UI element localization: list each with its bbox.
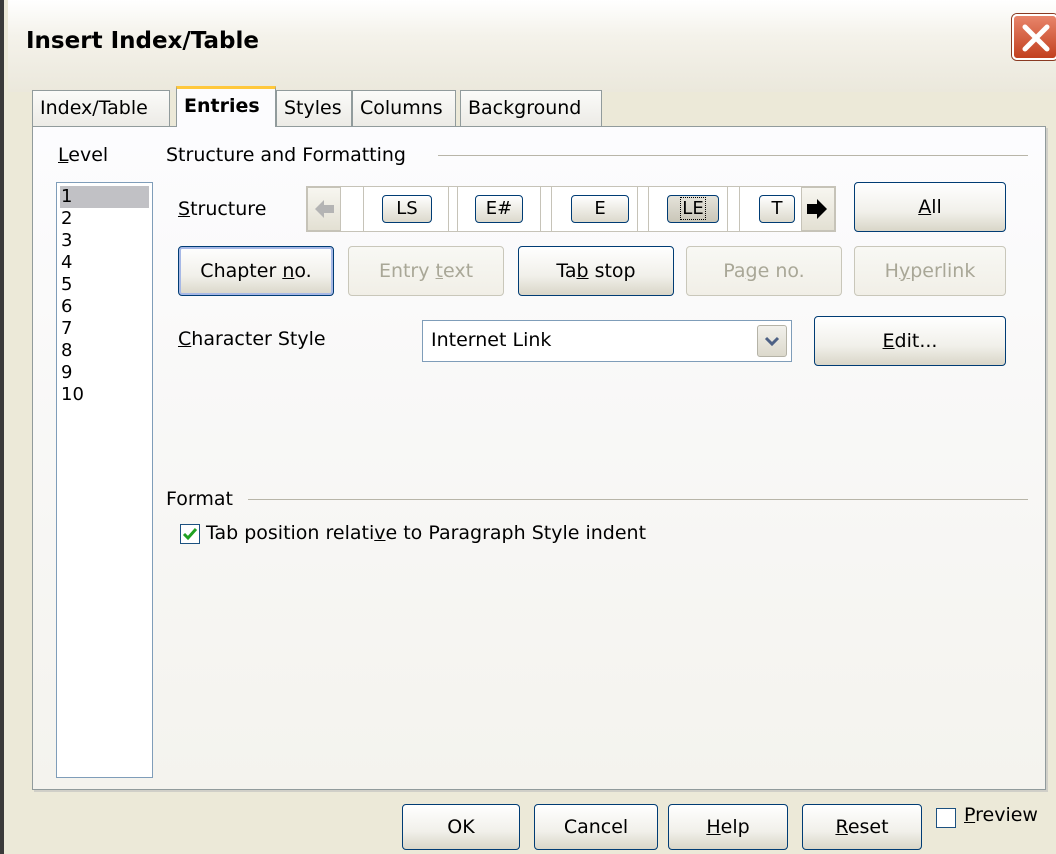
page-no-button[interactable]: Page no. [686, 246, 842, 296]
level-item[interactable]: 8 [57, 340, 152, 362]
preview-label: Preview [964, 804, 1038, 826]
token-separator [648, 187, 649, 231]
chapter-no-button[interactable]: Chapter no. [178, 246, 334, 296]
tab-columns[interactable]: Columns [352, 90, 456, 126]
left-arrow-icon [315, 200, 334, 218]
reset-button[interactable]: Reset [802, 804, 922, 850]
level-list[interactable]: 1 2 3 4 5 6 7 8 9 10 [56, 182, 153, 778]
check-icon [182, 528, 198, 541]
level-item[interactable]: 3 [57, 230, 152, 252]
tab-position-checkbox[interactable] [180, 524, 200, 544]
tab-position-label: Tab position relative to Paragraph Style… [206, 522, 647, 544]
all-button[interactable]: All [854, 182, 1006, 232]
level-item[interactable]: 9 [57, 362, 152, 384]
level-item[interactable]: 5 [57, 274, 152, 296]
section-divider [248, 499, 1028, 500]
token-e[interactable]: E [571, 195, 629, 223]
level-item[interactable]: 6 [57, 296, 152, 318]
character-style-label: Character Style [178, 328, 326, 350]
level-item[interactable]: 7 [57, 318, 152, 340]
token-separator [457, 187, 458, 231]
token-separator [551, 187, 552, 231]
preview-checkbox[interactable] [936, 808, 956, 828]
structure-section-title: Structure and Formatting [166, 144, 406, 166]
token-ls[interactable]: LS [382, 195, 432, 223]
level-item[interactable]: 10 [57, 384, 152, 406]
cancel-button[interactable]: Cancel [534, 804, 658, 850]
character-style-value: Internet Link [431, 329, 552, 351]
tab-styles[interactable]: Styles [276, 90, 352, 126]
tab-background[interactable]: Background [460, 90, 602, 126]
close-x-icon [1022, 24, 1050, 52]
tab-entries[interactable]: Entries [176, 86, 276, 127]
scroll-right-button[interactable] [801, 187, 835, 231]
token-separator [540, 187, 541, 231]
entry-text-button[interactable]: Entry text [348, 246, 504, 296]
title-bar: Insert Index/Table [8, 0, 1056, 92]
level-item[interactable]: 2 [57, 208, 152, 230]
level-item[interactable]: 1 [60, 186, 149, 208]
structure-label: Structure [178, 198, 267, 220]
token-separator [727, 187, 728, 231]
ok-button[interactable]: OK [402, 804, 520, 850]
hyperlink-button[interactable]: Hyperlink [854, 246, 1006, 296]
token-le[interactable]: LE [667, 195, 719, 223]
scroll-left-button[interactable] [307, 187, 341, 231]
token-separator [363, 187, 364, 231]
tab-stop-button[interactable]: Tab stop [518, 246, 674, 296]
right-arrow-icon [807, 199, 827, 219]
level-item[interactable]: 4 [57, 252, 152, 274]
token-separator [739, 187, 740, 231]
dropdown-button[interactable] [757, 325, 787, 357]
level-label: Level [58, 144, 109, 166]
edit-button[interactable]: Edit... [814, 316, 1006, 366]
section-divider [438, 155, 1028, 156]
format-section-title: Format [166, 488, 233, 510]
dialog-title: Insert Index/Table [26, 28, 259, 54]
insert-index-dialog: Insert Index/Table Index/Table Entries S… [0, 0, 1056, 854]
token-t[interactable]: T [759, 195, 795, 223]
tab-index-table[interactable]: Index/Table [32, 90, 170, 126]
token-separator [637, 187, 638, 231]
token-e-number[interactable]: E# [475, 195, 523, 223]
chevron-down-icon [764, 336, 780, 347]
close-button[interactable] [1012, 14, 1056, 60]
token-separator [448, 187, 449, 231]
structure-strip: LS E# E LE T [306, 186, 836, 232]
character-style-select[interactable]: Internet Link [422, 320, 792, 362]
help-button[interactable]: Help [668, 804, 788, 850]
